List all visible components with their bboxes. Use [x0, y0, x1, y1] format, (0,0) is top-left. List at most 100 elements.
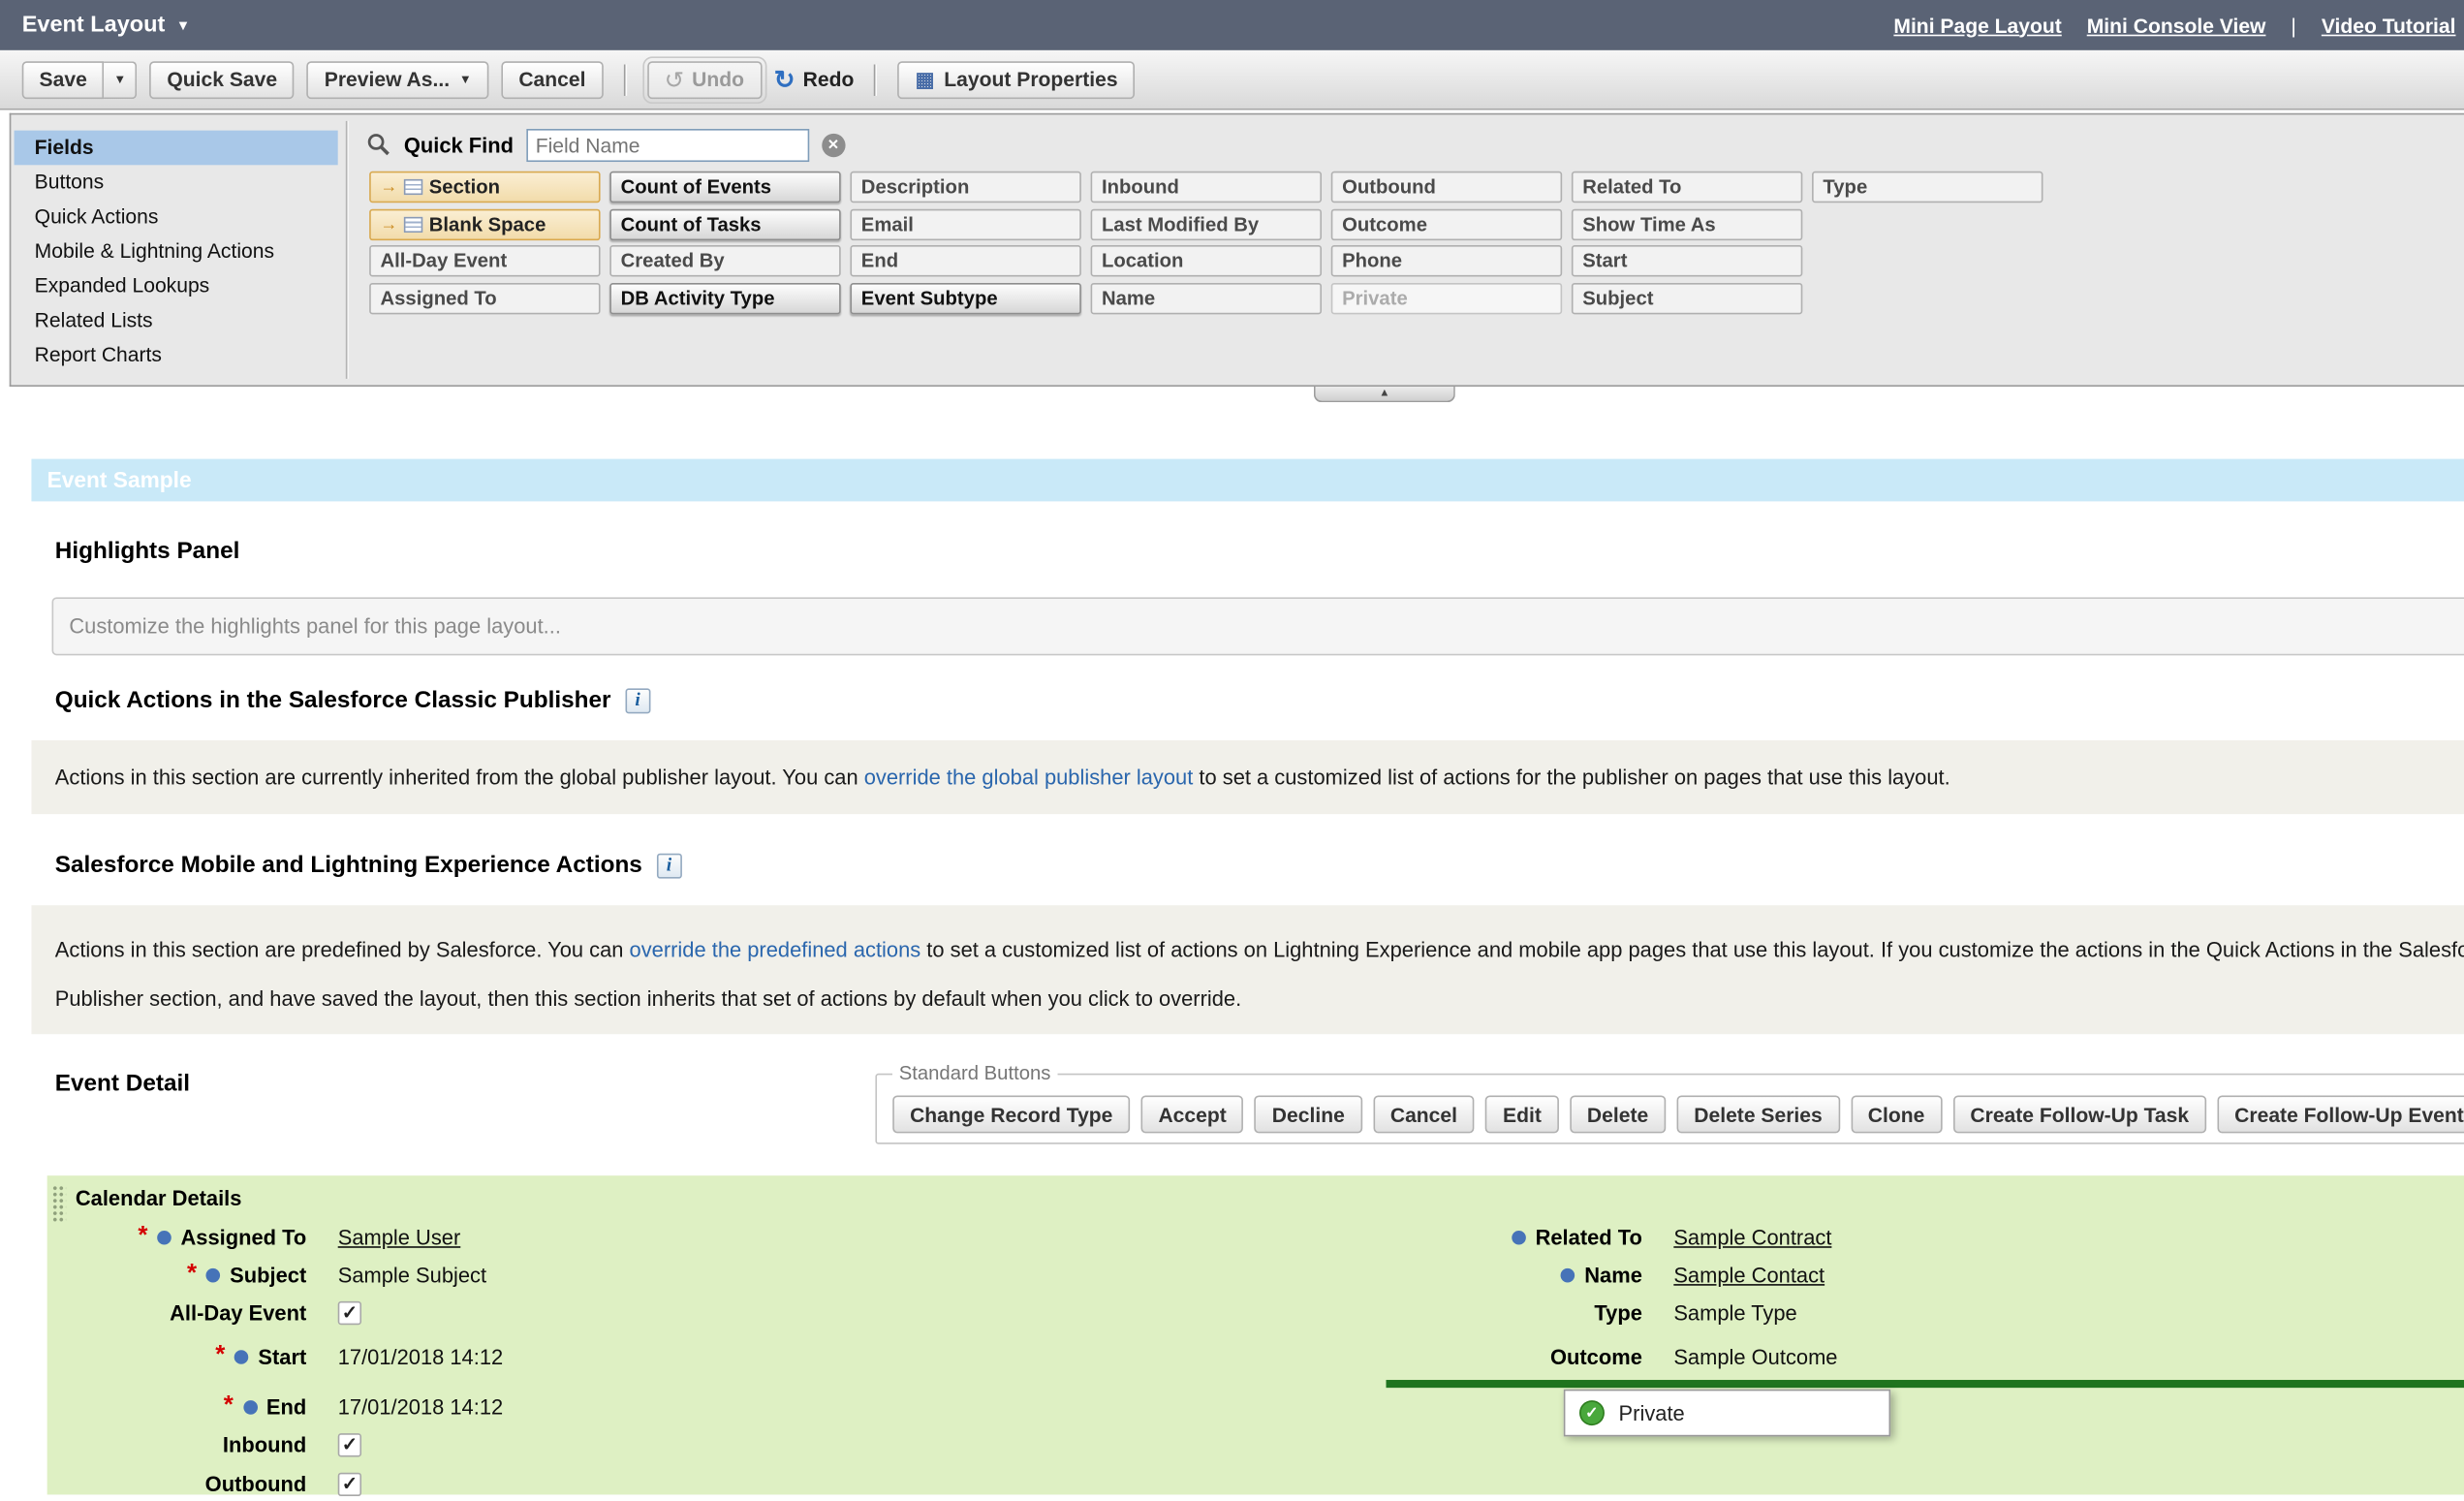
standard-button-create-follow-up-event[interactable]: Create Follow-Up Event	[2217, 1095, 2464, 1133]
layout-field-row-all-day-event[interactable]: All-Day Event ✓	[47, 1295, 361, 1329]
standard-button-edit[interactable]: Edit	[1485, 1095, 1559, 1133]
field-sample-value: Sample Contract	[1673, 1225, 1831, 1248]
field-label: Outbound	[205, 1472, 307, 1495]
field-label: Start	[258, 1345, 306, 1368]
palette-item-subject[interactable]: Subject	[1572, 283, 1802, 314]
palette-category-expanded-lookups[interactable]: Expanded Lookups	[15, 268, 338, 303]
dragged-field-label: Private	[1619, 1401, 1685, 1424]
palette-item-related-to[interactable]: Related To	[1572, 172, 1802, 203]
field-dot-icon	[206, 1267, 221, 1282]
standard-button-cancel[interactable]: Cancel	[1373, 1095, 1475, 1133]
layout-field-row-name[interactable]: Name Sample Contact	[1320, 1258, 1825, 1293]
palette-item-type[interactable]: Type	[1812, 172, 2043, 203]
info-icon[interactable]: i	[625, 688, 650, 713]
mini-console-view-link[interactable]: Mini Console View	[2087, 14, 2266, 37]
layout-properties-label: Layout Properties	[944, 68, 1117, 91]
header-link-separator: |	[2291, 14, 2295, 37]
event-sample-section-header: Event Sample	[31, 459, 2464, 502]
highlights-panel-placeholder-box[interactable]: Customize the highlights panel for this …	[52, 597, 2464, 655]
layout-field-row-outbound[interactable]: Outbound ✓	[47, 1466, 361, 1501]
palette-item-description[interactable]: Description	[850, 172, 1080, 203]
standard-button-delete[interactable]: Delete	[1570, 1095, 1666, 1133]
palette-item-show-time-as[interactable]: Show Time As	[1572, 209, 1802, 240]
palette-collapse-handle[interactable]: ▲	[1314, 387, 1455, 402]
palette-category-related-lists[interactable]: Related Lists	[15, 303, 338, 338]
palette-item-created-by[interactable]: Created By	[609, 245, 840, 276]
clear-search-icon[interactable]: ✕	[822, 133, 845, 156]
save-button-group: Save ▼	[22, 60, 138, 98]
dragged-field-private[interactable]: ✓ Private	[1564, 1390, 1890, 1437]
palette-category-quick-actions[interactable]: Quick Actions	[15, 200, 338, 235]
palette-category-buttons[interactable]: Buttons	[15, 165, 338, 200]
palette-item-private[interactable]: Private	[1331, 283, 1562, 314]
field-sample-value: Sample Outcome	[1673, 1345, 1837, 1368]
palette-item-start[interactable]: Start	[1572, 245, 1802, 276]
field-label: Outcome	[1550, 1345, 1642, 1368]
layout-field-row-inbound[interactable]: Inbound ✓	[47, 1427, 361, 1462]
layout-properties-button[interactable]: ▦ Layout Properties	[898, 60, 1136, 98]
required-asterisk-icon: *	[187, 1266, 197, 1282]
layout-field-row-assigned-to[interactable]: * Assigned To Sample User	[47, 1220, 461, 1255]
field-label: Related To	[1536, 1225, 1642, 1248]
redo-button[interactable]: ↻ Redo	[774, 64, 855, 95]
palette-category-mobile-lightning-actions[interactable]: Mobile & Lightning Actions	[15, 235, 338, 269]
section-drag-handle-icon[interactable]	[52, 1185, 67, 1223]
page-title[interactable]: Event Layout ▼	[22, 13, 190, 38]
layout-field-row-outcome[interactable]: Outcome Sample Outcome	[1320, 1339, 1837, 1374]
layout-field-row-start[interactable]: * Start 17/01/2018 14:12	[47, 1339, 504, 1374]
field-label: All-Day Event	[170, 1300, 306, 1324]
override-global-publisher-layout-link[interactable]: override the global publisher layout	[864, 766, 1194, 789]
palette-item-last-modified-by[interactable]: Last Modified By	[1091, 209, 1322, 240]
override-predefined-actions-link[interactable]: override the predefined actions	[630, 938, 921, 961]
palette-item-blank-space[interactable]: → Blank Space	[369, 209, 600, 240]
field-sample-value: Sample Subject	[338, 1263, 486, 1286]
standard-button-accept[interactable]: Accept	[1141, 1095, 1244, 1133]
palette-item-end[interactable]: End	[850, 245, 1080, 276]
palette-item-location[interactable]: Location	[1091, 245, 1322, 276]
palette-item-event-subtype[interactable]: Event Subtype	[850, 283, 1080, 314]
preview-as-label: Preview As...	[325, 68, 450, 91]
palette-item-assigned-to[interactable]: Assigned To	[369, 283, 600, 314]
toolbar: Save ▼ Quick Save Preview As... ▼ Cancel…	[0, 50, 2464, 110]
field-dot-icon	[1561, 1267, 1575, 1282]
palette-item-outcome[interactable]: Outcome	[1331, 209, 1562, 240]
palette-category-fields[interactable]: Fields	[15, 131, 338, 166]
save-button[interactable]: Save	[22, 60, 105, 98]
palette-item-outbound[interactable]: Outbound	[1331, 172, 1562, 203]
layout-field-row-end[interactable]: * End 17/01/2018 14:12	[47, 1390, 504, 1424]
palette-item-section[interactable]: → Section	[369, 172, 600, 203]
palette-item-count-of-events[interactable]: Count of Events	[609, 172, 840, 203]
cancel-button[interactable]: Cancel	[501, 60, 603, 98]
video-tutorial-link[interactable]: Video Tutorial	[2322, 14, 2456, 37]
standard-button-delete-series[interactable]: Delete Series	[1676, 1095, 1839, 1133]
standard-button-decline[interactable]: Decline	[1255, 1095, 1362, 1133]
standard-button-clone[interactable]: Clone	[1851, 1095, 1942, 1133]
header-links: Mini Page Layout Mini Console View | Vid…	[1893, 14, 2455, 37]
preview-as-button[interactable]: Preview As... ▼	[307, 60, 489, 98]
palette-item-name[interactable]: Name	[1091, 283, 1322, 314]
mini-page-layout-link[interactable]: Mini Page Layout	[1893, 14, 2061, 37]
undo-label: Undo	[692, 68, 744, 91]
layout-field-row-related-to[interactable]: Related To Sample Contract	[1320, 1220, 1831, 1255]
palette-item-count-of-tasks[interactable]: Count of Tasks	[609, 209, 840, 240]
checkbox-checked-icon: ✓	[338, 1300, 361, 1324]
page: Event Layout ▼ Mini Page Layout Mini Con…	[0, 0, 2464, 1494]
undo-button: ↺ Undo	[647, 60, 762, 98]
standard-button-change-record-type[interactable]: Change Record Type	[892, 1095, 1130, 1133]
palette-item-phone[interactable]: Phone	[1331, 245, 1562, 276]
quick-find-input[interactable]	[526, 128, 809, 161]
save-dropdown-button[interactable]: ▼	[105, 60, 138, 98]
palette-divider	[346, 121, 349, 379]
layout-field-row-type[interactable]: Type Sample Type	[1320, 1295, 1796, 1329]
section-arrow-icon: →	[380, 172, 397, 201]
palette-item-db-activity-type[interactable]: DB Activity Type	[609, 283, 840, 314]
layout-field-row-subject[interactable]: * Subject Sample Subject	[47, 1258, 486, 1293]
standard-button-create-follow-up-task[interactable]: Create Follow-Up Task	[1953, 1095, 2206, 1133]
palette-item-all-day-event[interactable]: All-Day Event	[369, 245, 600, 276]
palette-item-label: Blank Space	[429, 210, 546, 238]
info-icon[interactable]: i	[656, 853, 681, 878]
palette-item-email[interactable]: Email	[850, 209, 1080, 240]
palette-item-inbound[interactable]: Inbound	[1091, 172, 1322, 203]
quick-save-button[interactable]: Quick Save	[150, 60, 295, 98]
palette-category-report-charts[interactable]: Report Charts	[15, 338, 338, 373]
